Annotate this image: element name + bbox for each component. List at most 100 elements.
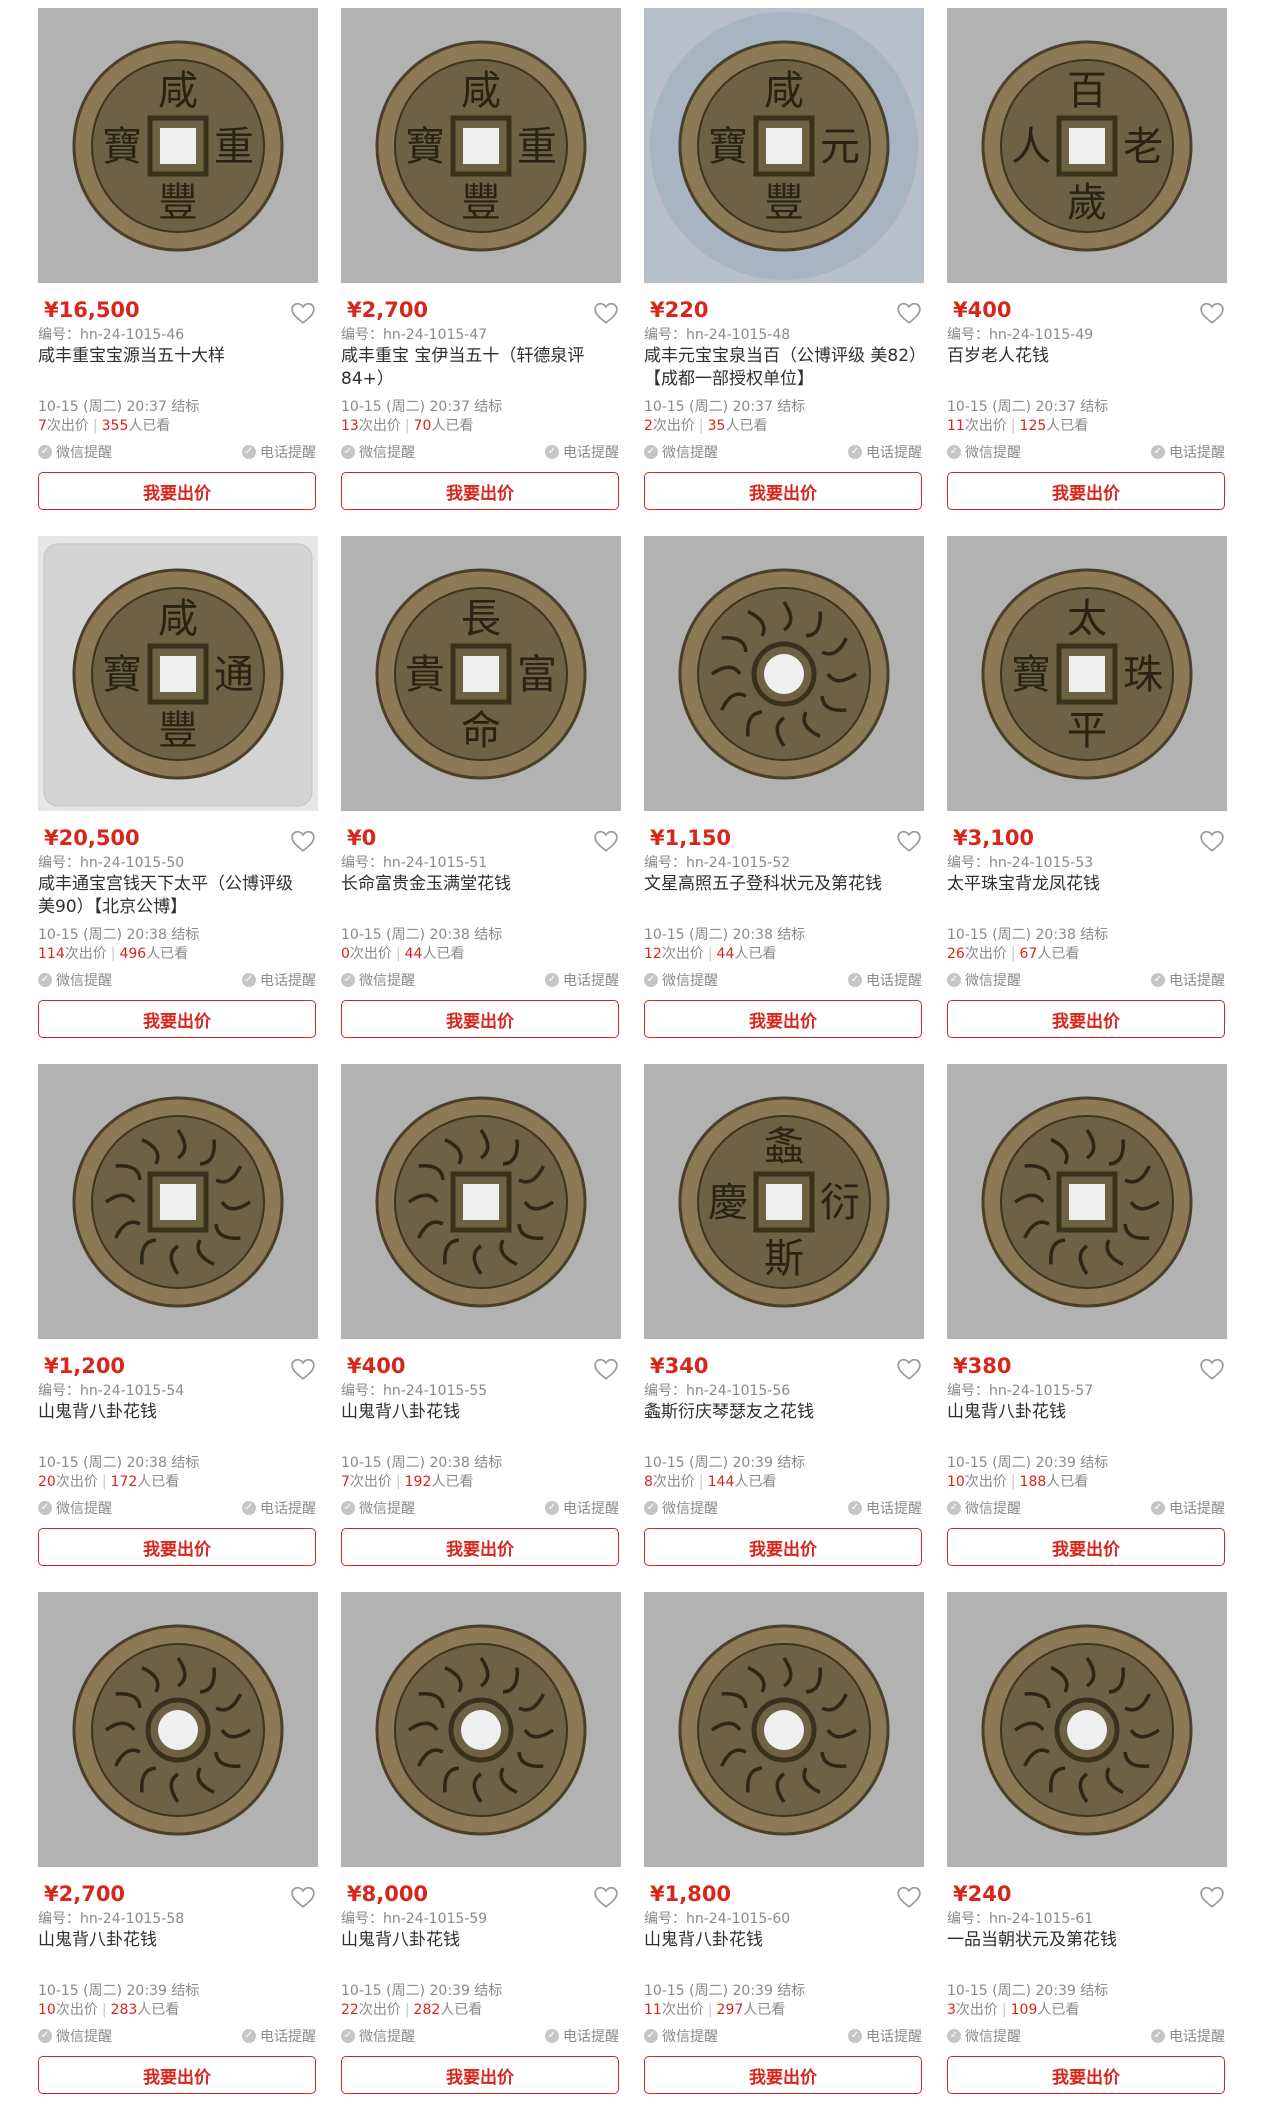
coin-photo[interactable]: 螽慶 衍斯 (644, 1064, 924, 1339)
phone-remind[interactable]: ✓ 电话提醒 (848, 1498, 922, 1518)
coin-photo[interactable] (644, 536, 924, 811)
auction-item-card[interactable]: ¥400 编号：hn-24-1015-55 山鬼背八卦花钱 10-15 (周二)… (341, 1064, 621, 1592)
wechat-remind[interactable]: ✓ 微信提醒 (947, 1498, 1021, 1518)
coin-photo[interactable]: 長貴 富命 (341, 536, 621, 811)
bid-button[interactable]: 我要出价 (947, 472, 1225, 510)
auction-item-card[interactable]: 咸寶 元豐 ¥220 编号：hn-24-1015-48 咸丰元宝宝泉当百（公博评级… (644, 8, 924, 536)
auction-item-card[interactable]: ¥1,800 编号：hn-24-1015-60 山鬼背八卦花钱 10-15 (周… (644, 1592, 924, 2120)
favorite-heart-icon[interactable] (593, 1357, 619, 1381)
item-title[interactable]: 山鬼背八卦花钱 (38, 1401, 313, 1424)
item-title[interactable]: 百岁老人花钱 (947, 345, 1222, 368)
auction-item-card[interactable]: ¥2,700 编号：hn-24-1015-58 山鬼背八卦花钱 10-15 (周… (38, 1592, 318, 2120)
phone-remind[interactable]: ✓ 电话提醒 (242, 2026, 316, 2046)
auction-item-card[interactable]: 咸寶 通豐 ¥20,500 编号：hn-24-1015-50 咸丰通宝宫钱天下太平… (38, 536, 318, 1064)
wechat-remind[interactable]: ✓ 微信提醒 (341, 2026, 415, 2046)
bid-button[interactable]: 我要出价 (38, 2056, 316, 2094)
auction-item-card[interactable]: ¥1,200 编号：hn-24-1015-54 山鬼背八卦花钱 10-15 (周… (38, 1064, 318, 1592)
phone-remind[interactable]: ✓ 电话提醒 (848, 970, 922, 990)
item-title[interactable]: 山鬼背八卦花钱 (38, 1929, 313, 1952)
phone-remind[interactable]: ✓ 电话提醒 (1151, 970, 1225, 990)
favorite-heart-icon[interactable] (290, 1357, 316, 1381)
wechat-remind[interactable]: ✓ 微信提醒 (947, 2026, 1021, 2046)
auction-item-card[interactable]: 螽慶 衍斯 ¥340 编号：hn-24-1015-56 螽斯衍庆琴瑟友之花钱 10… (644, 1064, 924, 1592)
phone-remind[interactable]: ✓ 电话提醒 (1151, 442, 1225, 462)
phone-remind[interactable]: ✓ 电话提醒 (242, 1498, 316, 1518)
favorite-heart-icon[interactable] (593, 1885, 619, 1909)
coin-photo[interactable] (947, 1592, 1227, 1867)
auction-item-card[interactable]: 百人 老歲 ¥400 编号：hn-24-1015-49 百岁老人花钱 10-15 … (947, 8, 1227, 536)
favorite-heart-icon[interactable] (1199, 829, 1225, 853)
bid-button[interactable]: 我要出价 (644, 1528, 922, 1566)
item-title[interactable]: 太平珠宝背龙凤花钱 (947, 873, 1222, 896)
coin-photo[interactable]: 咸寶 通豐 (38, 536, 318, 811)
wechat-remind[interactable]: ✓ 微信提醒 (644, 1498, 718, 1518)
wechat-remind[interactable]: ✓ 微信提醒 (38, 1498, 112, 1518)
favorite-heart-icon[interactable] (896, 1885, 922, 1909)
bid-button[interactable]: 我要出价 (38, 1000, 316, 1038)
favorite-heart-icon[interactable] (290, 829, 316, 853)
phone-remind[interactable]: ✓ 电话提醒 (242, 442, 316, 462)
wechat-remind[interactable]: ✓ 微信提醒 (341, 1498, 415, 1518)
auction-item-card[interactable]: ¥240 编号：hn-24-1015-61 一品当朝状元及第花钱 10-15 (… (947, 1592, 1227, 2120)
bid-button[interactable]: 我要出价 (38, 472, 316, 510)
wechat-remind[interactable]: ✓ 微信提醒 (947, 970, 1021, 990)
item-title[interactable]: 山鬼背八卦花钱 (341, 1401, 616, 1424)
item-title[interactable]: 山鬼背八卦花钱 (947, 1401, 1222, 1424)
bid-button[interactable]: 我要出价 (341, 1000, 619, 1038)
bid-button[interactable]: 我要出价 (341, 1528, 619, 1566)
bid-button[interactable]: 我要出价 (644, 2056, 922, 2094)
coin-photo[interactable] (341, 1592, 621, 1867)
wechat-remind[interactable]: ✓ 微信提醒 (38, 2026, 112, 2046)
phone-remind[interactable]: ✓ 电话提醒 (1151, 2026, 1225, 2046)
auction-item-card[interactable]: ¥1,150 编号：hn-24-1015-52 文星高照五子登科状元及第花钱 1… (644, 536, 924, 1064)
coin-photo[interactable] (644, 1592, 924, 1867)
wechat-remind[interactable]: ✓ 微信提醒 (644, 970, 718, 990)
favorite-heart-icon[interactable] (1199, 1357, 1225, 1381)
bid-button[interactable]: 我要出价 (947, 1528, 1225, 1566)
item-title[interactable]: 长命富贵金玉满堂花钱 (341, 873, 616, 896)
item-title[interactable]: 山鬼背八卦花钱 (644, 1929, 919, 1952)
favorite-heart-icon[interactable] (593, 829, 619, 853)
favorite-heart-icon[interactable] (593, 301, 619, 325)
favorite-heart-icon[interactable] (1199, 301, 1225, 325)
phone-remind[interactable]: ✓ 电话提醒 (848, 2026, 922, 2046)
auction-item-card[interactable]: 咸寶 重豐 ¥2,700 编号：hn-24-1015-47 咸丰重宝 宝伊当五十（… (341, 8, 621, 536)
item-title[interactable]: 螽斯衍庆琴瑟友之花钱 (644, 1401, 919, 1424)
coin-photo[interactable]: 太寶 珠平 (947, 536, 1227, 811)
phone-remind[interactable]: ✓ 电话提醒 (848, 442, 922, 462)
bid-button[interactable]: 我要出价 (341, 2056, 619, 2094)
bid-button[interactable]: 我要出价 (947, 2056, 1225, 2094)
bid-button[interactable]: 我要出价 (38, 1528, 316, 1566)
favorite-heart-icon[interactable] (290, 301, 316, 325)
favorite-heart-icon[interactable] (896, 829, 922, 853)
item-title[interactable]: 文星高照五子登科状元及第花钱 (644, 873, 919, 896)
item-title[interactable]: 咸丰通宝宫钱天下太平（公博评级 美90）【北京公博】 (38, 873, 313, 919)
bid-button[interactable]: 我要出价 (947, 1000, 1225, 1038)
phone-remind[interactable]: ✓ 电话提醒 (545, 1498, 619, 1518)
phone-remind[interactable]: ✓ 电话提醒 (1151, 1498, 1225, 1518)
item-title[interactable]: 咸丰重宝宝源当五十大样 (38, 345, 313, 368)
favorite-heart-icon[interactable] (1199, 1885, 1225, 1909)
bid-button[interactable]: 我要出价 (644, 472, 922, 510)
bid-button[interactable]: 我要出价 (341, 472, 619, 510)
favorite-heart-icon[interactable] (290, 1885, 316, 1909)
item-title[interactable]: 一品当朝状元及第花钱 (947, 1929, 1222, 1952)
coin-photo[interactable]: 咸寶 重豐 (38, 8, 318, 283)
wechat-remind[interactable]: ✓ 微信提醒 (947, 442, 1021, 462)
coin-photo[interactable] (38, 1064, 318, 1339)
phone-remind[interactable]: ✓ 电话提醒 (242, 970, 316, 990)
coin-photo[interactable] (341, 1064, 621, 1339)
item-title[interactable]: 山鬼背八卦花钱 (341, 1929, 616, 1952)
coin-photo[interactable] (38, 1592, 318, 1867)
auction-item-card[interactable]: 長貴 富命 ¥0 编号：hn-24-1015-51 长命富贵金玉满堂花钱 10-1… (341, 536, 621, 1064)
auction-item-card[interactable]: ¥8,000 编号：hn-24-1015-59 山鬼背八卦花钱 10-15 (周… (341, 1592, 621, 2120)
item-title[interactable]: 咸丰元宝宝泉当百（公博评级 美82）【成都一部授权单位】 (644, 345, 919, 391)
wechat-remind[interactable]: ✓ 微信提醒 (38, 442, 112, 462)
wechat-remind[interactable]: ✓ 微信提醒 (644, 442, 718, 462)
item-title[interactable]: 咸丰重宝 宝伊当五十（轩德泉评84+） (341, 345, 616, 391)
coin-photo[interactable]: 百人 老歲 (947, 8, 1227, 283)
wechat-remind[interactable]: ✓ 微信提醒 (38, 970, 112, 990)
phone-remind[interactable]: ✓ 电话提醒 (545, 970, 619, 990)
bid-button[interactable]: 我要出价 (644, 1000, 922, 1038)
phone-remind[interactable]: ✓ 电话提醒 (545, 2026, 619, 2046)
